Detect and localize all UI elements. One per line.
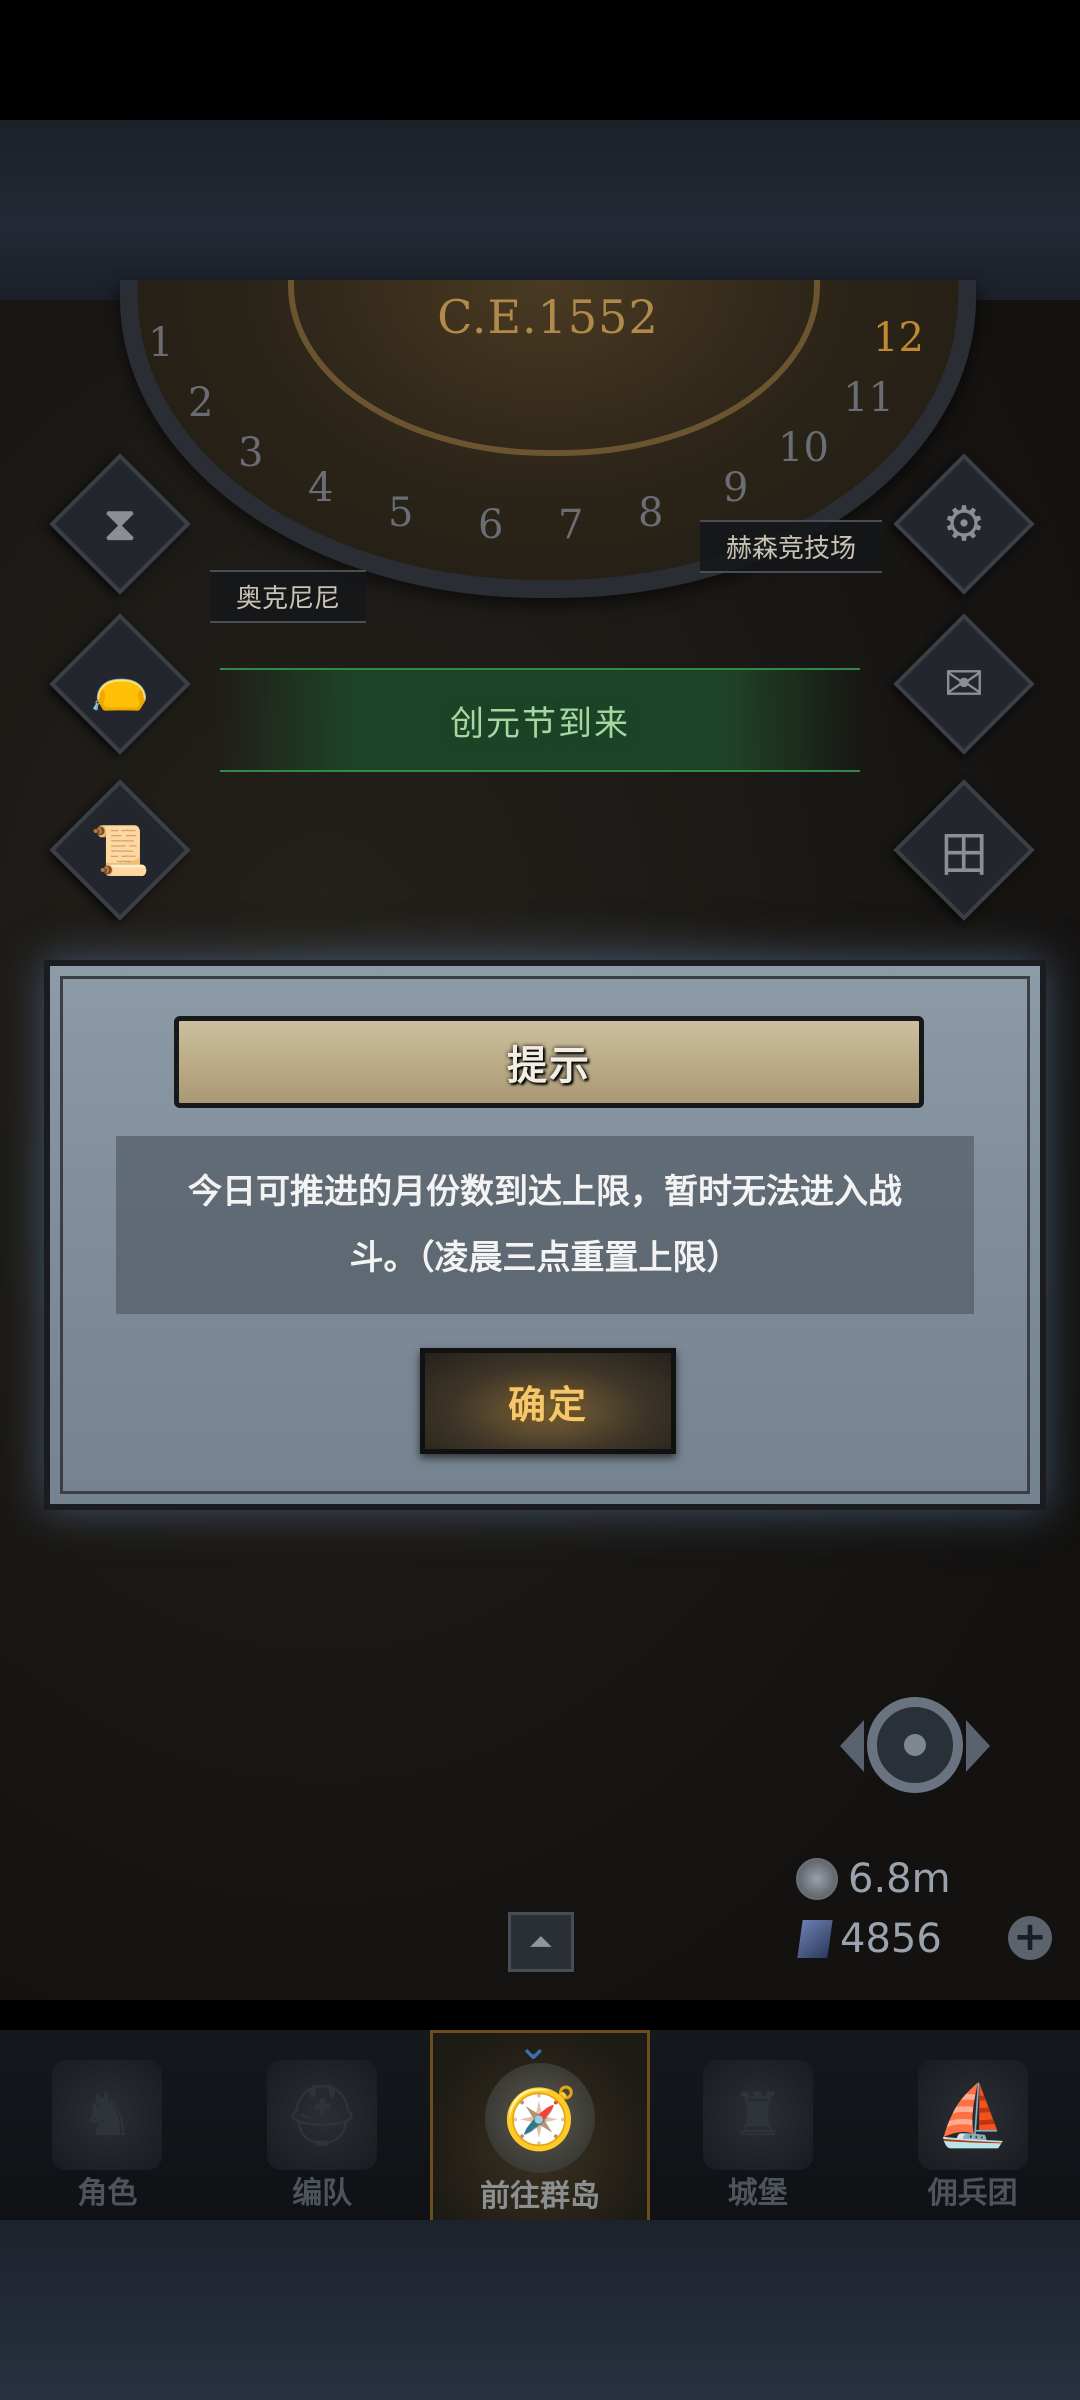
event-banner[interactable]: 创元节到来 (220, 668, 860, 772)
nav-label: 角色 (77, 2176, 138, 2211)
compass-map-icon: 🧭 (484, 2063, 595, 2173)
dialog-title-banner: 提示 (174, 1016, 924, 1108)
confirm-button[interactable]: 确定 (420, 1348, 676, 1454)
castle-icon: ♜ (702, 2060, 813, 2170)
month-12: 12 (873, 315, 924, 361)
add-resource-button[interactable]: + (1008, 1916, 1052, 1960)
ship-icon: ⛵ (917, 2060, 1028, 2170)
nav-label: 城堡 (727, 2176, 788, 2211)
month-1: 1 (148, 320, 174, 366)
month-5: 5 (388, 490, 414, 536)
alert-dialog: 提示 今日可推进的月份数到达上限，暂时无法进入战斗。（凌晨三点重置上限） 确定 (44, 960, 1046, 1510)
month-7: 7 (558, 502, 584, 548)
nav-label: 佣兵团 (927, 2176, 1018, 2211)
dialog-message-box: 今日可推进的月份数到达上限，暂时无法进入战斗。（凌晨三点重置上限） (116, 1136, 974, 1314)
hourglass-icon: ⧗ (103, 495, 137, 552)
collapse-button[interactable]: ⏶ (508, 1912, 574, 1972)
dialog-message: 今日可推进的月份数到达上限，暂时无法进入战斗。（凌晨三点重置上限） (188, 1172, 902, 1278)
month-10: 10 (778, 425, 829, 471)
coin-icon (796, 1858, 838, 1900)
month-11: 11 (843, 375, 894, 421)
status-bar (0, 0, 1080, 120)
location-label-right[interactable]: 赫森竞技场 (700, 520, 883, 573)
location-label-left[interactable]: 奥克尼尼 (210, 570, 367, 623)
nav-item-castle[interactable]: ♜ 城堡 (650, 2030, 865, 2220)
bottom-nav: ♞ 角色 ⛑ 编队 ⌄ 🧭 前往群岛 ♜ 城堡 ⛵ 佣兵团 (0, 2023, 1080, 2226)
top-band (0, 120, 1080, 300)
confirm-button-label: 确定 (507, 1382, 588, 1427)
event-banner-text: 创元节到来 (450, 703, 630, 744)
nav-label: 前往群岛 (479, 2179, 600, 2214)
scroll-icon: 📜 (90, 822, 150, 879)
target-icon (867, 1697, 963, 1793)
nav-item-formation[interactable]: ⛑ 编队 (215, 2030, 430, 2220)
nav-item-mercenary[interactable]: ⛵ 佣兵团 (865, 2030, 1080, 2220)
nav-item-islands[interactable]: ⌄ 🧭 前往群岛 (429, 2023, 651, 2226)
month-9: 9 (723, 465, 749, 511)
helmet-icon: ⛑ (267, 2060, 378, 2170)
locate-button[interactable] (840, 1690, 990, 1800)
chevron-down-icon: ⌄ (516, 2023, 551, 2069)
knight-icon: ♞ (52, 2060, 163, 2170)
silver-counter: 6.8m (796, 1856, 951, 1902)
collapse-up-icon: ⏶ (529, 1924, 553, 1960)
envelope-icon: ✉ (943, 656, 985, 712)
gem-icon (797, 1920, 833, 1958)
arrow-right-icon (966, 1720, 990, 1772)
month-8: 8 (638, 490, 664, 536)
money-bag-icon: 👝 (90, 656, 150, 713)
gem-counter: 4856 (797, 1916, 942, 1962)
gear-icon: ⚙ (942, 496, 986, 552)
month-2: 2 (188, 380, 214, 426)
month-6: 6 (478, 502, 504, 548)
grid-icon: 田 (939, 827, 988, 883)
nav-item-character[interactable]: ♞ 角色 (0, 2030, 215, 2220)
arrow-left-icon (840, 1720, 864, 1772)
gem-value: 4856 (840, 1916, 942, 1962)
dialog-title: 提示 (507, 1043, 591, 1089)
month-4: 4 (308, 465, 334, 511)
silver-value: 6.8m (848, 1856, 951, 1902)
bottom-band (0, 2220, 1080, 2400)
year-label: C.E.1552 (437, 290, 659, 344)
nav-label: 编队 (292, 2176, 353, 2211)
month-3: 3 (238, 430, 264, 476)
